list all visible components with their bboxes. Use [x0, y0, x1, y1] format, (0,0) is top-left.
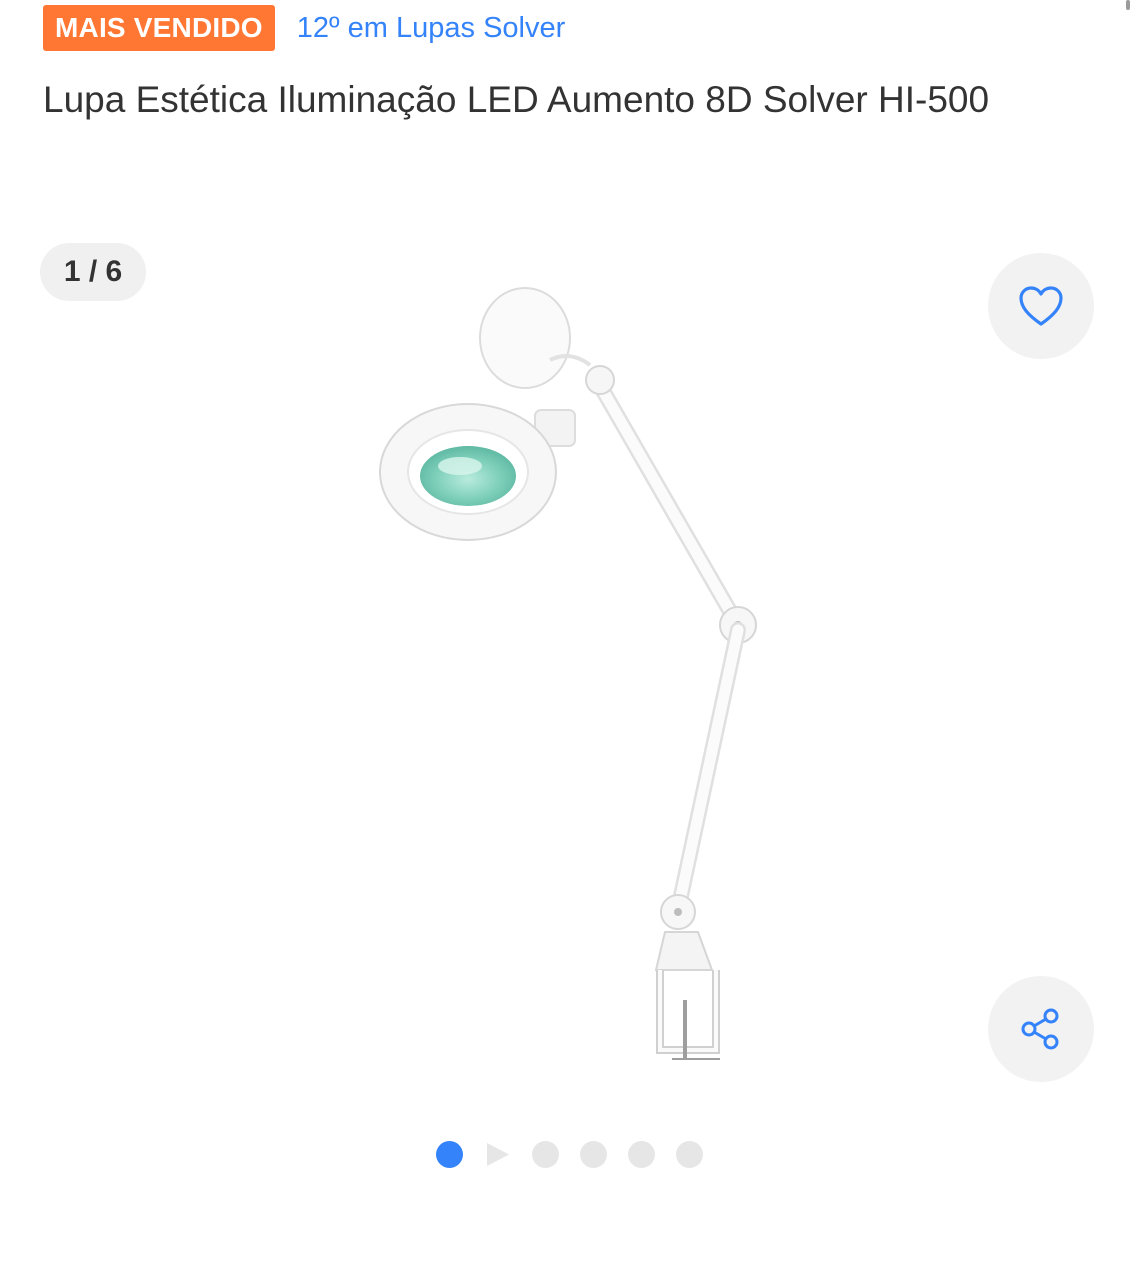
pagination-dot-4[interactable]	[580, 1141, 607, 1168]
badge-row: MAIS VENDIDO 12º em Lupas Solver	[43, 5, 565, 51]
image-counter: 1 / 6	[40, 243, 146, 301]
gallery-pagination	[436, 1141, 703, 1168]
product-photo[interactable]	[360, 280, 780, 1060]
play-icon	[487, 1143, 509, 1166]
category-ranking-link[interactable]: 12º em Lupas Solver	[297, 12, 566, 45]
best-seller-badge: MAIS VENDIDO	[43, 5, 275, 51]
pagination-dot-1[interactable]	[436, 1141, 463, 1168]
share-icon	[1021, 1008, 1059, 1050]
pagination-video-dot[interactable]	[484, 1141, 511, 1168]
product-title: Lupa Estética Iluminação LED Aumento 8D …	[43, 79, 990, 120]
image-gallery[interactable]: 1 / 6	[0, 200, 1136, 1200]
pagination-dot-5[interactable]	[628, 1141, 655, 1168]
favorite-button[interactable]	[988, 253, 1094, 359]
product-page: MAIS VENDIDO 12º em Lupas Solver Lupa Es…	[0, 0, 1136, 1280]
share-button[interactable]	[988, 976, 1094, 1082]
pagination-dot-6[interactable]	[676, 1141, 703, 1168]
heart-icon	[1019, 286, 1063, 326]
pagination-dot-3[interactable]	[532, 1141, 559, 1168]
scrollbar[interactable]	[1126, 0, 1130, 10]
